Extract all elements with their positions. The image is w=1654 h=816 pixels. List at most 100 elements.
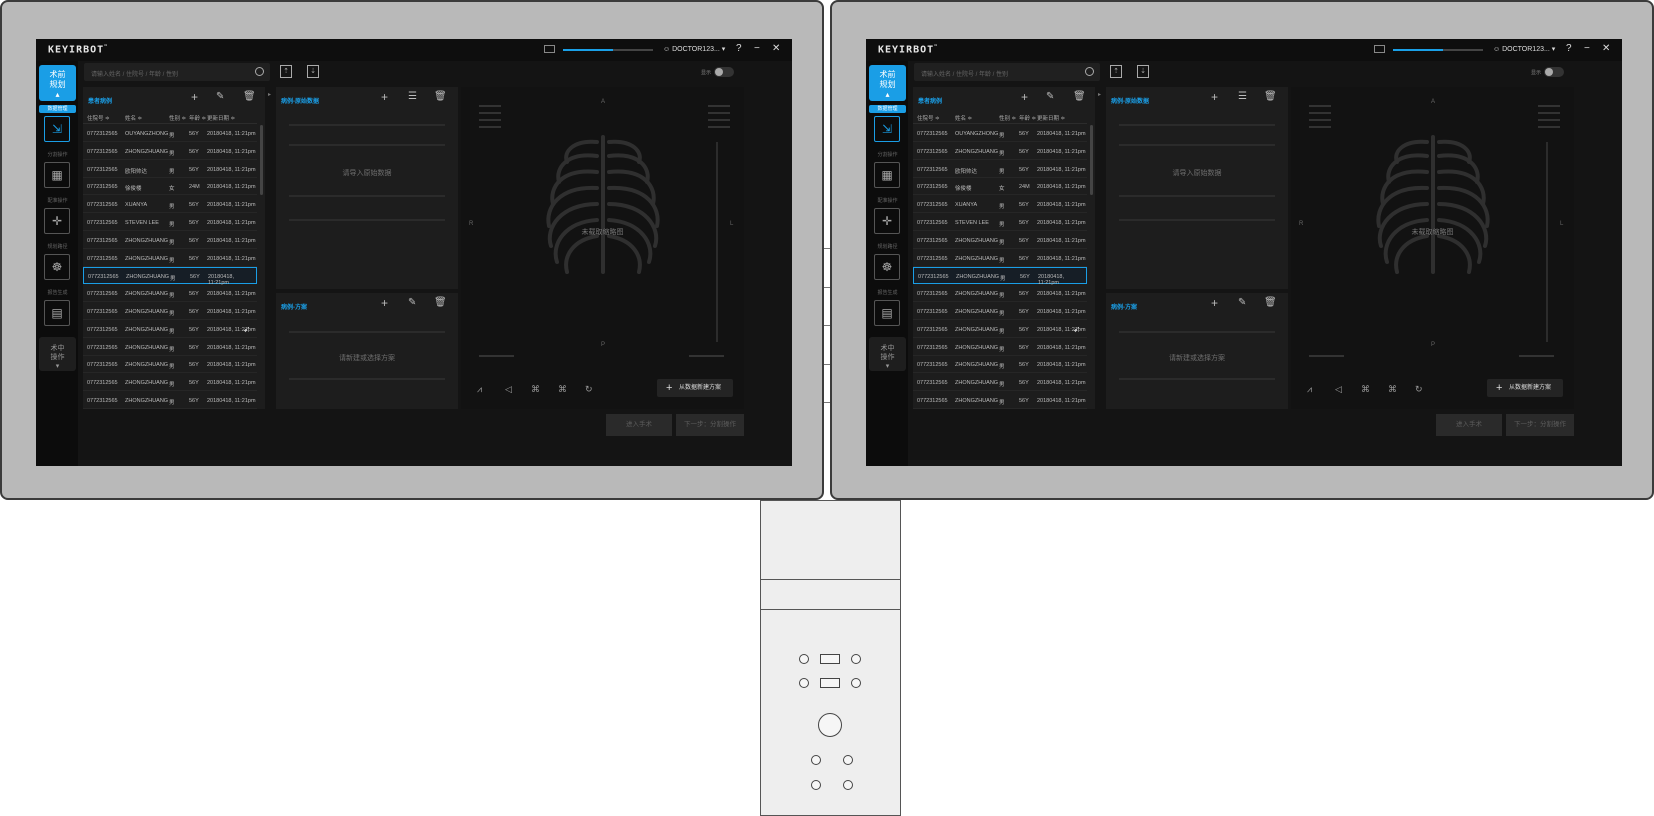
display-toggle[interactable] — [714, 67, 734, 77]
column-header[interactable]: 年龄 ≑ — [189, 114, 206, 122]
crosshair-icon[interactable]: ✛ — [44, 208, 70, 234]
table-row[interactable]: 0772312565 XUANYA 男 56Y 20180418, 11:21pm — [913, 196, 1087, 214]
table-row[interactable]: 0772312565 ZHONGZHUANG 男 56Y 20180418, 11:21… — [913, 250, 1087, 267]
table-row[interactable]: 0772312565 ZHONGZHUANG 男 56Y 20180418, 11:21… — [913, 392, 1087, 409]
table-row[interactable]: 0772312565 ZHONGZHUANG 男 56Y 20180418, 11:21… — [83, 267, 257, 286]
table-row[interactable]: 0772312565 ZHONGZHUANG 男 56Y 20180418, 11:21… — [913, 232, 1087, 249]
crosshair-icon[interactable]: ✛ — [874, 208, 900, 234]
edit-icon[interactable]: ✎ — [1046, 91, 1054, 102]
table-row[interactable]: 0772312565 STEVEN LEE 男 56Y 20180418, 11:21p… — [913, 214, 1087, 231]
enter-surgery-button[interactable]: 进入手术 — [1436, 414, 1502, 436]
grid-icon[interactable]: ▦ — [874, 162, 900, 188]
table-row[interactable]: 0772312565 ZHONGZHUANG 男 56Y 20180418, 11:21… — [913, 321, 1087, 338]
close-button[interactable]: ✕ — [1602, 43, 1610, 54]
scrollbar[interactable] — [1090, 125, 1093, 195]
user-menu[interactable]: ☺ DOCTOR123... ▾ — [1493, 45, 1555, 53]
table-row[interactable]: 0772312565 ZHONGZHUANG 男 56Y 20180418, 11:21… — [913, 303, 1087, 320]
user-menu[interactable]: ☺ DOCTOR123... ▾ — [663, 45, 725, 53]
screen-icon[interactable] — [544, 45, 555, 53]
table-row[interactable]: 0772312565 ZHONGZHUANG 男 56Y 20180418, 11:21… — [913, 339, 1087, 356]
table-row[interactable]: 0772312565 ZHONGZHUANG 男 56Y 20180418, 11:21… — [83, 303, 257, 320]
table-row[interactable]: 0772312565 ZHONGZHUANG 男 56Y 20180418, 11:21… — [913, 143, 1087, 160]
rotate-icon[interactable]: ↻ — [585, 384, 593, 395]
collapse-arrow-icon[interactable]: ▸ — [268, 91, 271, 98]
view-lung-right-icon[interactable]: ⌘ — [1388, 384, 1397, 395]
table-row[interactable]: 0772312565 ZHONGZHUANG 男 56Y 20180418, 11:21… — [913, 374, 1087, 392]
edit-icon[interactable]: ✎ — [216, 91, 224, 102]
column-header[interactable]: 住院号 ≑ — [87, 114, 110, 122]
table-row[interactable]: 0772312565 XUANYA 男 56Y 20180418, 11:21pm — [83, 196, 257, 214]
volume-slider[interactable] — [563, 49, 653, 51]
view-lung-left-icon[interactable]: ⌘ — [1361, 384, 1370, 395]
search-icon[interactable] — [255, 67, 264, 76]
table-row[interactable]: 0772312565 徐俊楼 女 24M 20180418, 11:21pm — [83, 178, 257, 196]
table-row[interactable]: 0772312565 ZHONGZHUANG 男 56Y 20180418, 11:21… — [913, 267, 1087, 286]
view-front-icon[interactable]: ⩘ — [477, 384, 482, 395]
nav-intraop[interactable]: 术中 操作 ▾ — [39, 337, 76, 371]
nav-preop-planning[interactable]: 术前 规划 ▴ — [39, 65, 76, 101]
delete-icon[interactable]: 🗑 — [1264, 91, 1277, 102]
export-icon[interactable]: ⇣ — [307, 65, 319, 78]
add-icon[interactable]: + — [1211, 296, 1218, 310]
delete-icon[interactable]: 🗑 — [434, 297, 447, 308]
next-step-button[interactable]: 下一步：分割操作 — [676, 414, 744, 436]
table-row[interactable]: 0772312565 ZHONGZHUANG 男 56Y 20180418, 11:21… — [83, 285, 257, 303]
view-side-icon[interactable]: ◁ — [1335, 384, 1342, 395]
close-button[interactable]: ✕ — [772, 43, 780, 54]
sort-icon[interactable]: ☰ — [1238, 91, 1247, 102]
table-row[interactable]: 0772312565 ZHONGZHUANG 男 56Y 20180418, 11:21… — [83, 374, 257, 392]
import-icon[interactable]: ⇡ — [1110, 65, 1122, 78]
view-lung-left-icon[interactable]: ⌘ — [531, 384, 540, 395]
column-header[interactable]: 年龄 ≑ — [1019, 114, 1036, 122]
search-input[interactable]: 请输入姓名 / 住院号 / 年龄 / 性别 — [84, 63, 270, 81]
minimize-button[interactable]: − — [754, 43, 760, 54]
table-row[interactable]: 0772312565 OUYANGZHONG 男 56Y 20180418, 11:21… — [83, 125, 257, 142]
column-header[interactable]: 姓名 ≑ — [955, 114, 972, 122]
table-row[interactable]: 0772312565 ZHONGZHUANG 男 56Y 20180418, 11:21… — [913, 356, 1087, 374]
import-icon[interactable]: ⇡ — [280, 65, 292, 78]
minimize-button[interactable]: − — [1584, 43, 1590, 54]
file-import-icon[interactable]: ⇲ — [44, 116, 70, 142]
edit-icon[interactable]: ✎ — [408, 297, 416, 308]
report-icon[interactable]: ▤ — [44, 300, 70, 326]
table-row[interactable]: 0772312565 欧阳帅达 男 56Y 20180418, 11:21pm — [913, 161, 1087, 178]
search-input[interactable]: 请输入姓名 / 住院号 / 年龄 / 性别 — [914, 63, 1100, 81]
column-header[interactable]: 更新日期 ≑ — [1037, 114, 1065, 122]
table-row[interactable]: 0772312565 ZHONGZHUANG 男 56Y 20180418, 11:21… — [83, 321, 257, 338]
table-row[interactable]: 0772312565 ZHONGZHUANG 男 56Y 20180418, 11:21… — [913, 285, 1087, 303]
view-side-icon[interactable]: ◁ — [505, 384, 512, 395]
column-header[interactable]: 性别 ≑ — [169, 114, 186, 122]
display-toggle[interactable] — [1544, 67, 1564, 77]
report-icon[interactable]: ▤ — [874, 300, 900, 326]
delete-icon[interactable]: 🗑 — [1264, 297, 1277, 308]
screen-icon[interactable] — [1374, 45, 1385, 53]
export-icon[interactable]: ⇣ — [1137, 65, 1149, 78]
help-button[interactable]: ? — [736, 43, 742, 54]
column-header[interactable]: 住院号 ≑ — [917, 114, 940, 122]
delete-icon[interactable]: 🗑 — [1073, 91, 1086, 102]
volume-slider[interactable] — [1393, 49, 1483, 51]
collapse-arrow-icon[interactable]: ▸ — [1098, 91, 1101, 98]
edit-icon[interactable]: ✎ — [1238, 297, 1246, 308]
new-plan-from-data-button[interactable]: + 从数据新建方案 — [1487, 379, 1563, 397]
rotate-icon[interactable]: ↻ — [1415, 384, 1423, 395]
column-header[interactable]: 更新日期 ≑ — [207, 114, 235, 122]
grid-icon[interactable]: ▦ — [44, 162, 70, 188]
table-row[interactable]: 0772312565 ZHONGZHUANG 男 56Y 20180418, 11:21… — [83, 356, 257, 374]
skeleton-icon[interactable]: ☸ — [874, 254, 900, 280]
nav-intraop[interactable]: 术中 操作 ▾ — [869, 337, 906, 371]
column-header[interactable]: 性别 ≑ — [999, 114, 1016, 122]
next-step-button[interactable]: 下一步：分割操作 — [1506, 414, 1574, 436]
enter-surgery-button[interactable]: 进入手术 — [606, 414, 672, 436]
nav-preop-planning[interactable]: 术前 规划 ▴ — [869, 65, 906, 101]
table-row[interactable]: 0772312565 ZHONGZHUANG 男 56Y 20180418, 11:21… — [83, 250, 257, 267]
delete-icon[interactable]: 🗑 — [434, 91, 447, 102]
new-plan-from-data-button[interactable]: + 从数据新建方案 — [657, 379, 733, 397]
table-row[interactable]: 0772312565 徐俊楼 女 24M 20180418, 11:21pm — [913, 178, 1087, 196]
file-import-icon[interactable]: ⇲ — [874, 116, 900, 142]
search-icon[interactable] — [1085, 67, 1094, 76]
view-lung-right-icon[interactable]: ⌘ — [558, 384, 567, 395]
table-row[interactable]: 0772312565 欧阳帅达 男 56Y 20180418, 11:21pm — [83, 161, 257, 178]
add-icon[interactable]: + — [1021, 90, 1028, 104]
table-row[interactable]: 0772312565 ZHONGZHUANG 男 56Y 20180418, 11:21… — [83, 392, 257, 409]
